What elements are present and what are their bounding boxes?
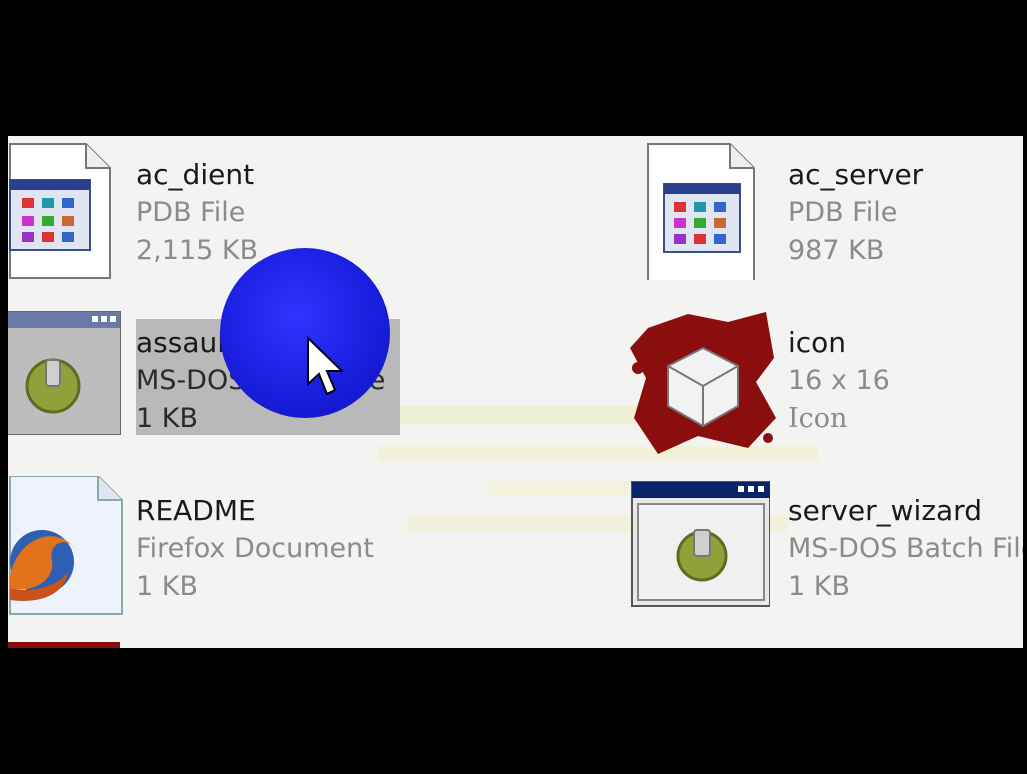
file-type: PDB File [136,197,246,228]
file-type: 16 x 16 [788,365,890,396]
file-type: Firefox Document [136,533,374,564]
video-frame-left-edge [0,0,8,774]
batch-file-icon [8,308,128,448]
file-item-icon[interactable]: icon 16 x 16 Icon [628,308,1008,454]
file-name: ac_dient [136,158,255,191]
file-name: ac_server [788,158,924,191]
video-frame-right-edge [1023,0,1027,774]
pdb-file-icon [642,140,762,283]
file-size: 2,115 KB [136,235,259,266]
batch-file-icon [630,476,771,616]
file-explorer-tiles-view: ac_dient PDB File 2,115 KB ac_server PDB… [8,136,1023,648]
file-name: icon [788,326,847,359]
file-item-server-wizard[interactable]: server_wizard MS-DOS Batch File 1 KB [630,476,1023,616]
file-type: MS-DOS Batch File [788,533,1023,564]
firefox-document-icon [8,475,128,616]
file-size: Icon [788,403,848,434]
file-size: 1 KB [136,571,198,602]
letterbox-bottom [0,648,1027,774]
letterbox-top [0,0,1027,136]
file-item-ac-server[interactable]: ac_server PDB File 987 KB [642,140,1022,283]
splatter-cube-icon [628,308,776,454]
file-name: server_wizard [788,494,982,527]
file-type: PDB File [788,197,898,228]
pdb-file-icon [8,140,128,280]
file-size: 987 KB [788,235,885,266]
file-name: README [136,494,256,527]
file-item-readme[interactable]: README Firefox Document 1 KB [8,475,388,616]
cursor-highlight-circle [220,248,390,418]
mouse-pointer-icon [307,336,345,396]
file-size: 1 KB [788,571,850,602]
